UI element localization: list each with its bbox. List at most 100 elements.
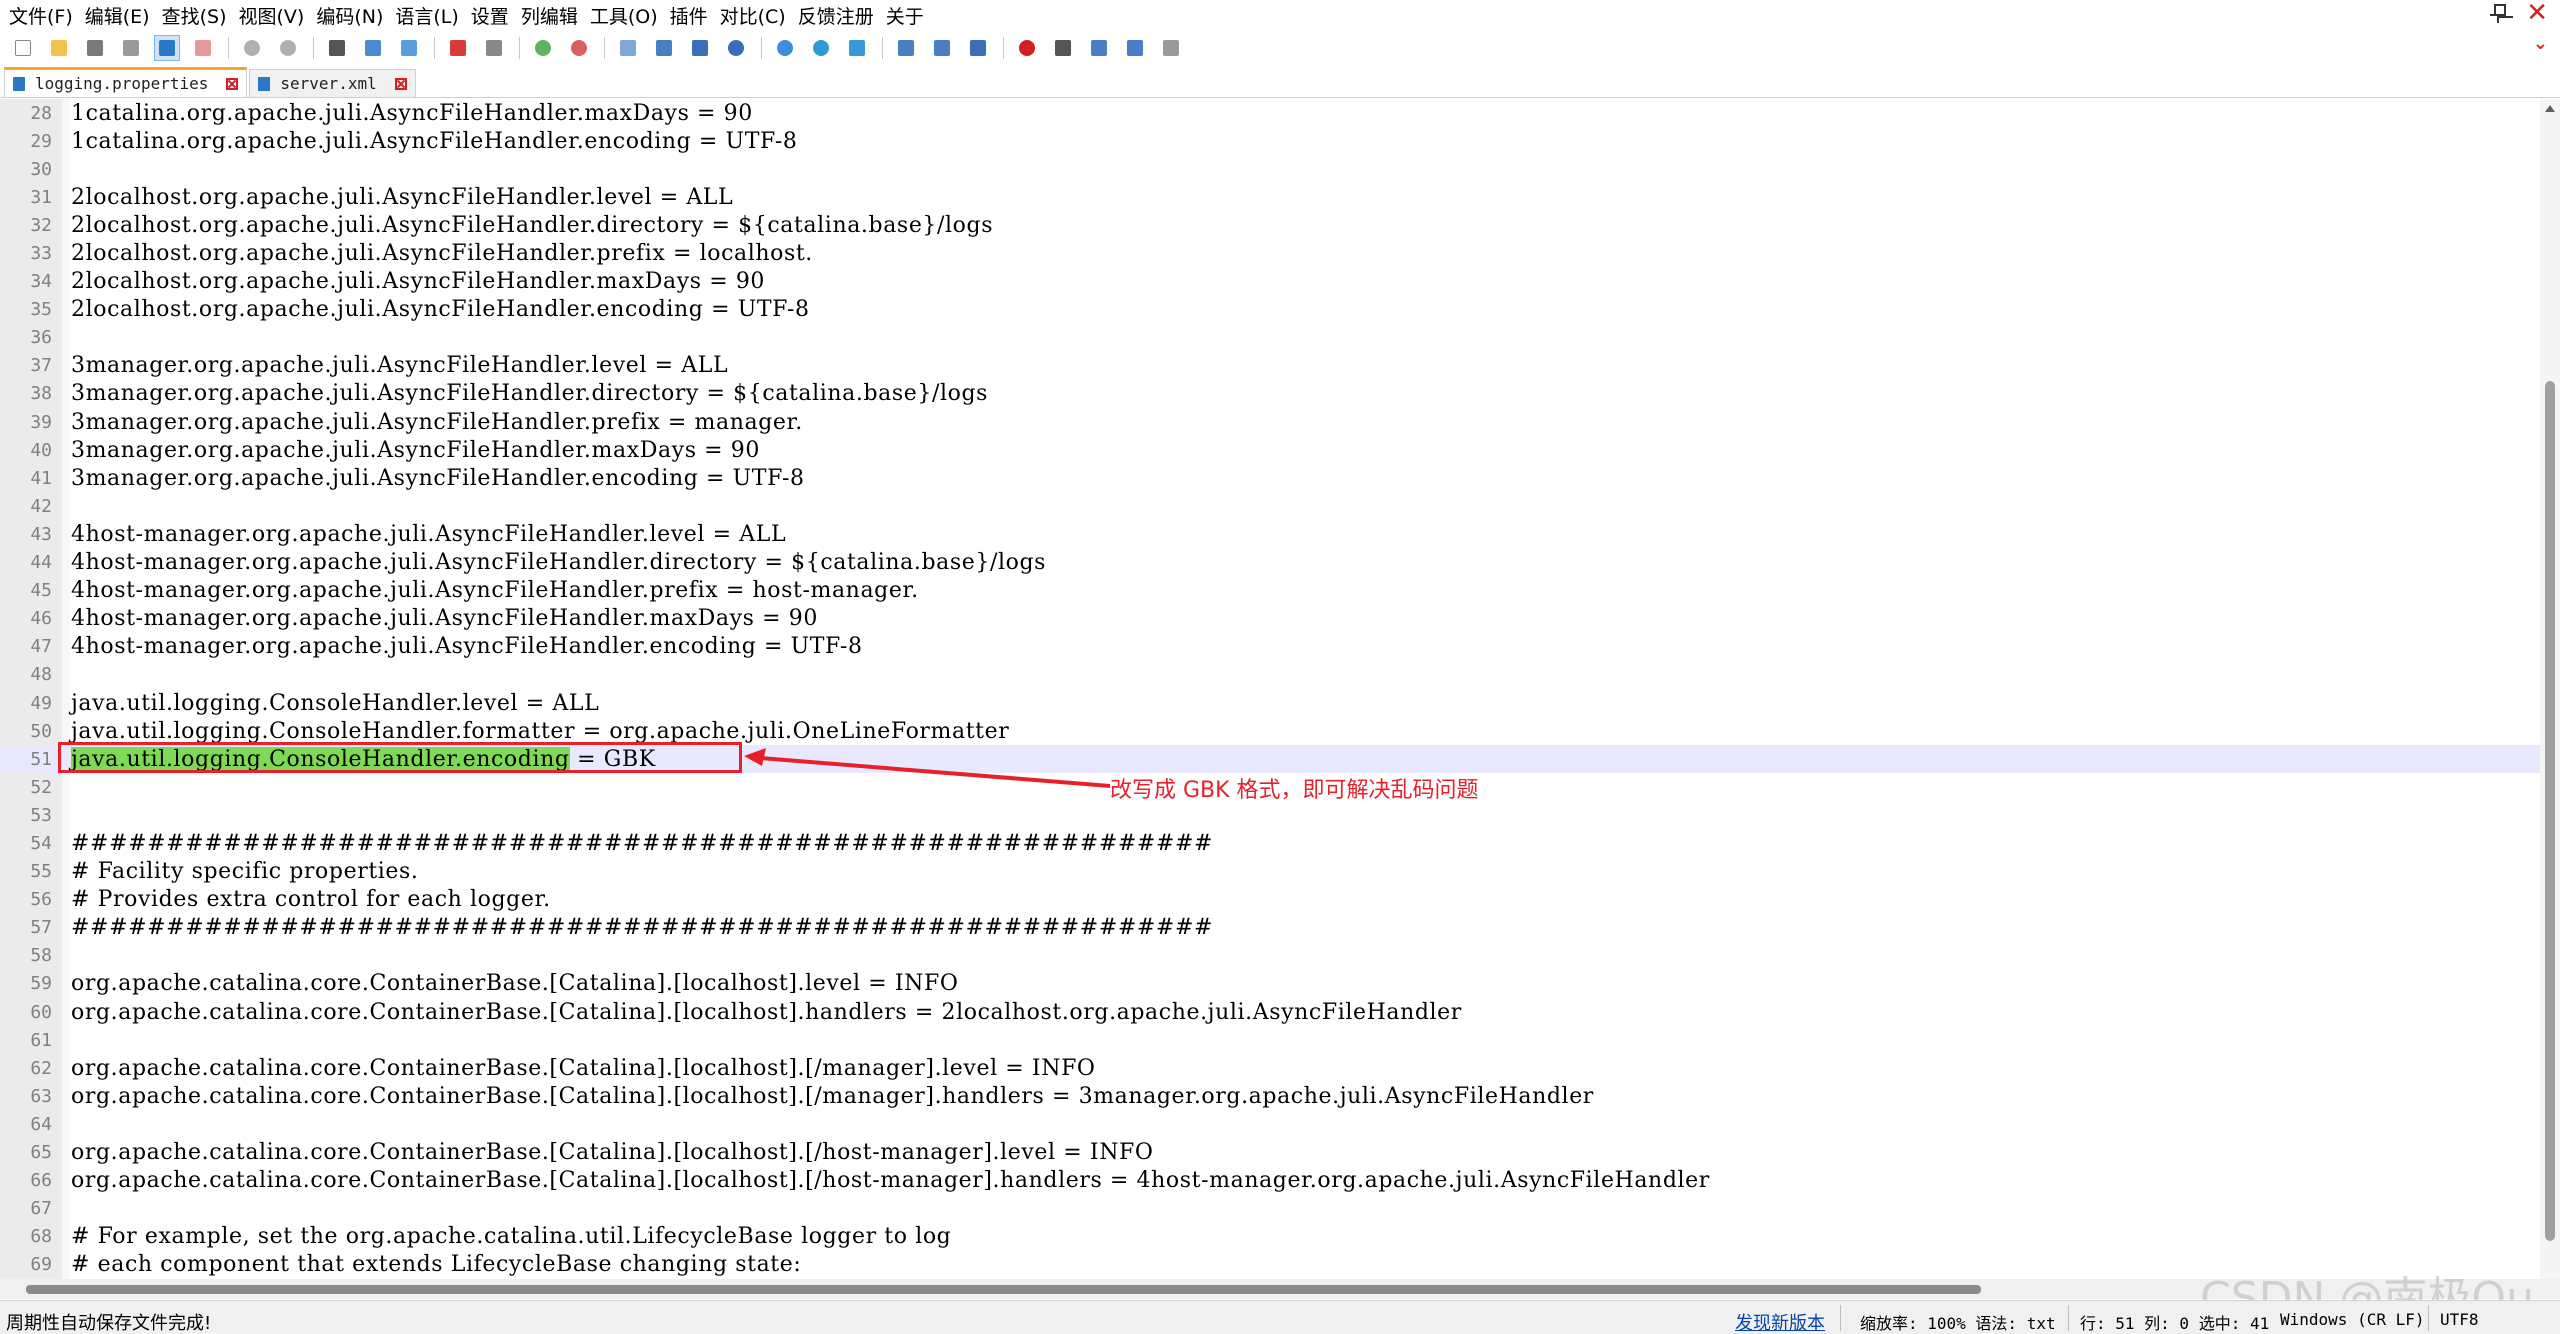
code-line[interactable]: 28 1catalina.org.apache.juli.AsyncFileHan… (0, 99, 2540, 127)
save-macro-icon[interactable] (1158, 35, 1184, 61)
code-line[interactable]: 42 (0, 492, 2540, 520)
zoom-out-icon[interactable] (566, 35, 592, 61)
code-line[interactable]: 39 3manager.org.apache.juli.AsyncFileHand… (0, 408, 2540, 436)
code-line[interactable]: 63 org.apache.catalina.core.ContainerBase… (0, 1082, 2540, 1110)
code-line[interactable]: 53 (0, 801, 2540, 829)
code-line[interactable]: 60 org.apache.catalina.core.ContainerBase… (0, 998, 2540, 1026)
new-file-icon[interactable] (10, 35, 36, 61)
code-line[interactable]: 46 4host-manager.org.apache.juli.AsyncFil… (0, 605, 2540, 633)
code-line[interactable]: 34 2localhost.org.apache.juli.AsyncFileHa… (0, 268, 2540, 296)
chevron-down-icon[interactable]: ⌄ (2533, 33, 2548, 54)
code-line[interactable]: 30 (0, 155, 2540, 183)
code-line[interactable]: 31 2localhost.org.apache.juli.AsyncFileHa… (0, 183, 2540, 211)
code-line[interactable]: 56 # Provides extra control for each logg… (0, 886, 2540, 914)
code-line[interactable]: 59 org.apache.catalina.core.ContainerBase… (0, 970, 2540, 998)
menu-feedback[interactable]: 反馈注册 (795, 2, 883, 29)
code-line[interactable]: 54 ######################################… (0, 829, 2540, 857)
vertical-scrollbar[interactable] (2540, 99, 2560, 1279)
code-line[interactable]: 29 1catalina.org.apache.juli.AsyncFileHan… (0, 127, 2540, 155)
code-line[interactable]: 40 3manager.org.apache.juli.AsyncFileHand… (0, 436, 2540, 464)
menu-tools[interactable]: 工具(O) (587, 2, 667, 29)
code-line[interactable]: 38 3manager.org.apache.juli.AsyncFileHand… (0, 380, 2540, 408)
tab-logging-properties[interactable]: logging.properties (4, 67, 248, 97)
code-line[interactable]: 35 2localhost.org.apache.juli.AsyncFileHa… (0, 296, 2540, 324)
menu-view[interactable]: 视图(V) (236, 2, 314, 29)
users-icon[interactable] (844, 35, 870, 61)
code-line[interactable]: 67 (0, 1195, 2540, 1223)
find-in-files-icon[interactable] (396, 35, 422, 61)
code-line[interactable]: 50 java.util.logging.ConsoleHandler.forma… (0, 717, 2540, 745)
code-line[interactable]: 48 (0, 661, 2540, 689)
settings-icon[interactable] (723, 35, 749, 61)
indent-guide-icon[interactable] (687, 35, 713, 61)
menu-bar: 文件(F) 编辑(E) 查找(S) 视图(V) 编码(N) 语言(L) 设置 列… (0, 0, 2560, 30)
code-line[interactable]: 41 3manager.org.apache.juli.AsyncFileHand… (0, 464, 2540, 492)
status-line-ending[interactable]: Windows (CR LF) (2280, 1310, 2425, 1329)
find-icon[interactable] (324, 35, 350, 61)
copyright-icon[interactable] (772, 35, 798, 61)
undo-icon[interactable] (239, 35, 265, 61)
code-line[interactable]: 62 org.apache.catalina.core.ContainerBase… (0, 1054, 2540, 1082)
highlight-icon[interactable] (445, 35, 471, 61)
run-macro-multiple-icon[interactable] (1122, 35, 1148, 61)
record-macro-icon[interactable] (1014, 35, 1040, 61)
menu-language[interactable]: 语言(L) (392, 2, 467, 29)
save-icon[interactable] (82, 35, 108, 61)
word-wrap-icon[interactable] (615, 35, 641, 61)
code-line[interactable]: 69 # each component that extends Lifecycl… (0, 1251, 2540, 1279)
code-line[interactable]: 61 (0, 1026, 2540, 1054)
menu-settings[interactable]: 设置 (468, 2, 518, 29)
code-line[interactable]: 49 java.util.logging.ConsoleHandler.level… (0, 689, 2540, 717)
menu-compare[interactable]: 对比(C) (717, 2, 795, 29)
menu-encoding[interactable]: 编码(N) (313, 2, 392, 29)
code-line[interactable]: 44 4host-manager.org.apache.juli.AsyncFil… (0, 549, 2540, 577)
panel-icon[interactable] (893, 35, 919, 61)
replace-icon[interactable] (360, 35, 386, 61)
horizontal-scroll-thumb[interactable] (26, 1285, 1981, 1294)
editor-area[interactable]: 28 1catalina.org.apache.juli.AsyncFileHan… (0, 99, 2540, 1279)
eraser-icon[interactable] (481, 35, 507, 61)
code-line[interactable]: 64 (0, 1110, 2540, 1138)
menu-file[interactable]: 文件(F) (6, 2, 82, 29)
scroll-up-icon[interactable] (2545, 105, 2555, 112)
code-line[interactable]: 47 4host-manager.org.apache.juli.AsyncFil… (0, 633, 2540, 661)
play-macro-icon[interactable] (1086, 35, 1112, 61)
tab-server-xml[interactable]: server.xml (249, 69, 416, 97)
menu-column-edit[interactable]: 列编辑 (518, 2, 587, 29)
save-all-icon[interactable] (118, 35, 144, 61)
code-line[interactable]: 57 ######################################… (0, 914, 2540, 942)
zoom-in-icon[interactable] (530, 35, 556, 61)
code-line[interactable]: 45 4host-manager.org.apache.juli.AsyncFil… (0, 577, 2540, 605)
split-view-icon[interactable] (929, 35, 955, 61)
close-all-icon[interactable] (190, 35, 216, 61)
code-line[interactable]: 36 (0, 324, 2540, 352)
vertical-scroll-thumb[interactable] (2545, 381, 2555, 1241)
code-line[interactable]: 37 3manager.org.apache.juli.AsyncFileHand… (0, 352, 2540, 380)
menu-search[interactable]: 查找(S) (159, 2, 236, 29)
monitor-icon[interactable] (965, 35, 991, 61)
help-icon[interactable] (808, 35, 834, 61)
close-window-icon[interactable]: ✕ (2526, 0, 2548, 26)
menu-plugins[interactable]: 插件 (667, 2, 717, 29)
code-line[interactable]: 55 # Facility specific properties. (0, 858, 2540, 886)
close-tab-icon[interactable] (226, 77, 239, 90)
redo-icon[interactable] (275, 35, 301, 61)
new-version-link[interactable]: 发现新版本 (1735, 1309, 1825, 1334)
close-tab-icon[interactable] (394, 77, 407, 90)
code-line[interactable]: 65 org.apache.catalina.core.ContainerBase… (0, 1138, 2540, 1166)
code-line[interactable]: 32 2localhost.org.apache.juli.AsyncFileHa… (0, 211, 2540, 239)
code-line[interactable]: 58 (0, 942, 2540, 970)
menu-edit[interactable]: 编辑(E) (82, 2, 159, 29)
pin-icon[interactable] (2490, 2, 2507, 24)
stop-macro-icon[interactable] (1050, 35, 1076, 61)
code-line[interactable]: 68 # For example, set the org.apache.cata… (0, 1223, 2540, 1251)
horizontal-scrollbar[interactable] (0, 1279, 2560, 1299)
code-line[interactable]: 66 org.apache.catalina.core.ContainerBase… (0, 1167, 2540, 1195)
show-all-chars-icon[interactable] (651, 35, 677, 61)
menu-about[interactable]: 关于 (883, 2, 933, 29)
code-line[interactable]: 43 4host-manager.org.apache.juli.AsyncFil… (0, 520, 2540, 548)
code-line[interactable]: 33 2localhost.org.apache.juli.AsyncFileHa… (0, 239, 2540, 267)
close-file-icon[interactable] (154, 35, 180, 61)
open-file-icon[interactable] (46, 35, 72, 61)
status-encoding[interactable]: UTF8 (2440, 1310, 2479, 1329)
